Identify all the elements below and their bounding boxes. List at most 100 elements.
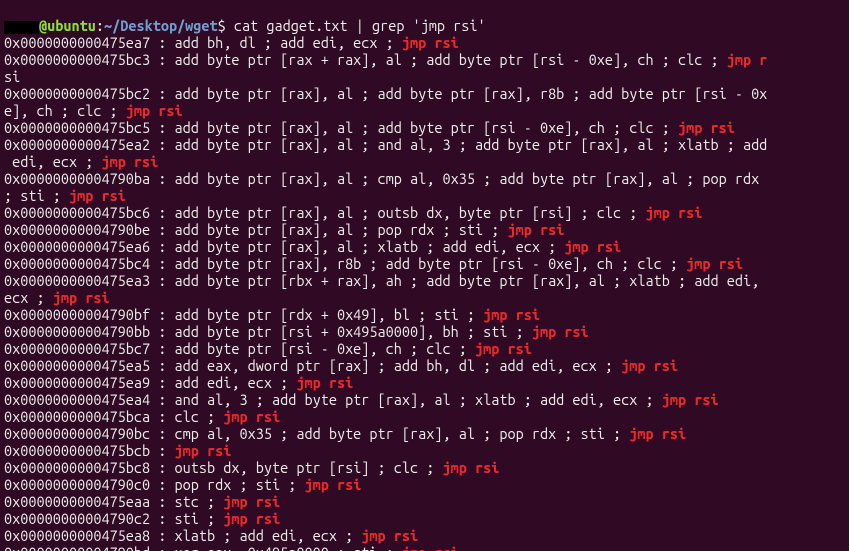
instruction-text: add byte ptr [rdx + 0x49], bl ; sti ;: [175, 306, 484, 323]
gadget-line: 0x0000000000475bc6 : add byte ptr [rax],…: [4, 204, 845, 221]
separator: :: [150, 442, 174, 459]
separator: :: [150, 493, 174, 510]
address: 0x0000000000475bc4: [4, 255, 150, 272]
terminal-output[interactable]: @ubuntu:~/Desktop/wget$ cat gadget.txt |…: [0, 0, 849, 551]
gadget-line: 0x0000000000475bc4 : add byte ptr [rax],…: [4, 255, 845, 272]
gadget-line: 0x0000000000475bc7 : add byte ptr [rsi -…: [4, 340, 845, 357]
address: 0x0000000000475ea3: [4, 272, 150, 289]
address: 0x00000000004790c0: [4, 476, 150, 493]
separator: :: [150, 323, 174, 340]
highlight-match: jmp rsi: [101, 153, 158, 170]
gadget-line: 0x00000000004790ba : add byte ptr [rax],…: [4, 170, 845, 187]
gadget-line: 0x0000000000475bc3 : add byte ptr [rax +…: [4, 51, 845, 68]
separator: :: [150, 136, 174, 153]
gadget-line: 0x0000000000475ea8 : xlatb ; add edi, ec…: [4, 527, 845, 544]
separator: :: [150, 391, 174, 408]
separator: :: [150, 408, 174, 425]
highlight-match: jmp rsi: [223, 493, 280, 510]
instruction-text: add byte ptr [rax], al ; outsb dx, byte …: [175, 204, 646, 221]
highlight-match: jmp rsi: [646, 204, 703, 221]
gadget-line-wrap: e], ch ; clc ; jmp rsi: [4, 102, 845, 119]
gadget-line: 0x0000000000475bc8 : outsb dx, byte ptr …: [4, 459, 845, 476]
separator: :: [150, 170, 174, 187]
separator: :: [150, 51, 174, 68]
gadget-line: 0x0000000000475bca : clc ; jmp rsi: [4, 408, 845, 425]
separator: :: [150, 204, 174, 221]
instruction-text: add byte ptr [rax + rax], al ; add byte …: [175, 51, 727, 68]
highlight-match: jmp rsi: [662, 391, 719, 408]
separator: :: [150, 221, 174, 238]
highlight-match: jmp rsi: [296, 374, 353, 391]
highlight-match: jmp rsi: [402, 544, 459, 551]
address: 0x0000000000475bc3: [4, 51, 150, 68]
gadget-line-wrap: edi, ecx ; jmp rsi: [4, 153, 845, 170]
address: 0x0000000000475ea2: [4, 136, 150, 153]
highlight-match: jmp rsi: [402, 34, 459, 51]
separator: :: [150, 340, 174, 357]
instruction-text: and al, 3 ; add byte ptr [rax], al ; xla…: [175, 391, 662, 408]
gadget-line: 0x0000000000475ea5 : add eax, dword ptr …: [4, 357, 845, 374]
separator: :: [150, 238, 174, 255]
prompt-colon: :: [96, 17, 104, 34]
instruction-text: sti ;: [175, 510, 224, 527]
address: 0x00000000004790ba: [4, 170, 150, 187]
address: 0x00000000004790bf: [4, 306, 150, 323]
separator: :: [150, 544, 174, 551]
gadget-line: 0x00000000004790c0 : pop rdx ; sti ; jmp…: [4, 476, 845, 493]
gadget-line: 0x0000000000475ea2 : add byte ptr [rax],…: [4, 136, 845, 153]
separator: :: [150, 459, 174, 476]
highlight-match: jmp rsi: [475, 340, 532, 357]
output-lines: 0x0000000000475ea7 : add bh, dl ; add ed…: [4, 34, 845, 551]
instruction-text: add byte ptr [rsi + 0x495a0000], bh ; st…: [175, 323, 532, 340]
separator: :: [150, 119, 174, 136]
separator: :: [150, 476, 174, 493]
instruction-text: add byte ptr [rsi - 0xe], ch ; clc ;: [175, 340, 475, 357]
address: 0x0000000000475ea8: [4, 527, 150, 544]
highlight-match: jmp rsi: [532, 323, 589, 340]
separator: :: [150, 306, 174, 323]
address: 0x00000000004790c2: [4, 510, 150, 527]
gadget-line: 0x0000000000475bcb : jmp rsi: [4, 442, 845, 459]
address: 0x0000000000475ea4: [4, 391, 150, 408]
instruction-text: add byte ptr [rax], al ; pop rdx ; sti ;: [175, 221, 508, 238]
highlight-match: jmp rsi: [686, 255, 743, 272]
address: 0x0000000000475ea6: [4, 238, 150, 255]
gadget-line: 0x00000000004790bc : cmp al, 0x35 ; add …: [4, 425, 845, 442]
gadget-line: 0x0000000000475bc2 : add byte ptr [rax],…: [4, 85, 845, 102]
instruction-text: add byte ptr [rax], al ; add byte ptr [r…: [175, 85, 768, 102]
instruction-text: add byte ptr [rax], al ; add byte ptr [r…: [175, 119, 678, 136]
highlight-match: jmp rsi: [223, 510, 280, 527]
separator: :: [150, 510, 174, 527]
highlight-match: jmp r: [727, 51, 768, 68]
address: 0x0000000000475ea5: [4, 357, 150, 374]
gadget-line: 0x0000000000475ea6 : add byte ptr [rax],…: [4, 238, 845, 255]
address: 0x0000000000475bc6: [4, 204, 150, 221]
highlight-match: jmp rsi: [621, 357, 678, 374]
gadget-line: 0x0000000000475ea3 : add byte ptr [rbx +…: [4, 272, 845, 289]
prompt-path: ~/Desktop/wget: [104, 17, 218, 34]
address: 0x0000000000475bc8: [4, 459, 150, 476]
instruction-text: add byte ptr [rax], r8b ; add byte ptr […: [175, 255, 687, 272]
highlight-match: jmp rsi: [564, 238, 621, 255]
instruction-text: ecx ;: [4, 289, 53, 306]
highlight-match: jmp rsi: [629, 425, 686, 442]
separator: :: [150, 85, 174, 102]
instruction-text: edi, ecx ;: [4, 153, 101, 170]
highlight-match: jmp rsi: [175, 442, 232, 459]
instruction-text: add byte ptr [rax], al ; and al, 3 ; add…: [175, 136, 768, 153]
gadget-line: 0x00000000004790bb : add byte ptr [rsi +…: [4, 323, 845, 340]
address: 0x0000000000475ea7: [4, 34, 150, 51]
separator: :: [150, 34, 174, 51]
gadget-line: 0x00000000004790bd : xor eax, 0x495a0000…: [4, 544, 845, 551]
address: 0x00000000004790bb: [4, 323, 150, 340]
separator: :: [150, 255, 174, 272]
highlight-match: jmp rsi: [223, 408, 280, 425]
instruction-text: pop rdx ; sti ;: [175, 476, 305, 493]
address: 0x0000000000475ea9: [4, 374, 150, 391]
gadget-line: 0x00000000004790be : add byte ptr [rax],…: [4, 221, 845, 238]
gadget-line: 0x0000000000475ea4 : and al, 3 ; add byt…: [4, 391, 845, 408]
highlight-match: jmp rsi: [304, 476, 361, 493]
gadget-line: 0x0000000000475ea7 : add bh, dl ; add ed…: [4, 34, 845, 51]
highlight-match: jmp rsi: [69, 187, 126, 204]
gadget-line: 0x00000000004790c2 : sti ; jmp rsi: [4, 510, 845, 527]
